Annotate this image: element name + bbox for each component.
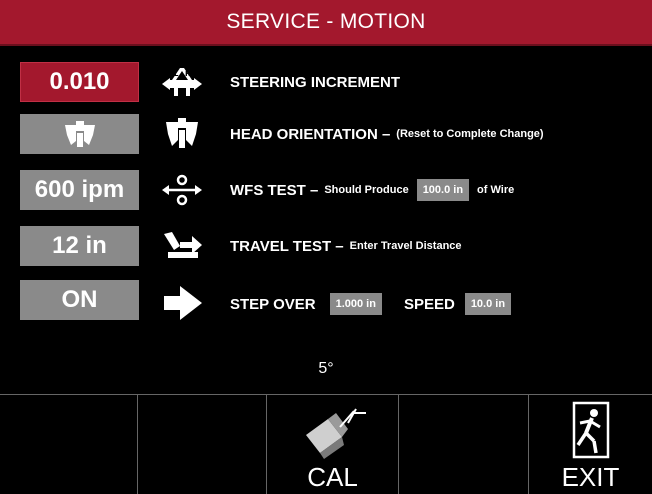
- page-title: SERVICE - MOTION: [226, 10, 426, 33]
- wfs-test-label: WFS TEST – Should Produce 100.0 in of Wi…: [230, 170, 514, 210]
- head-orientation-icon: [64, 121, 95, 147]
- head-orientation-button[interactable]: [20, 114, 139, 154]
- bottom-button-bar: CAL EXIT: [0, 394, 652, 494]
- wire-feed-icon: [162, 174, 202, 206]
- svg-text:R: R: [185, 70, 191, 78]
- exit-button[interactable]: EXIT: [528, 395, 652, 494]
- step-over-toggle[interactable]: ON: [20, 280, 139, 320]
- calibrate-torch-icon: [305, 408, 366, 459]
- steering-lr-icon: L R: [162, 68, 202, 96]
- travel-test-row: 12 in TRAVEL TEST – Enter Travel Distanc…: [0, 226, 652, 266]
- wfs-test-row: 600 ipm WFS TEST – Should Produce 100.0 …: [0, 170, 652, 210]
- steering-increment-label: STEERING INCREMENT: [230, 73, 401, 91]
- step-over-row: ON STEP OVER 1.000 in SPEED 10.0 in: [0, 280, 652, 320]
- cal-button[interactable]: CAL: [266, 395, 398, 494]
- steering-increment-value[interactable]: 0.010: [20, 62, 139, 102]
- angle-readout: 5°: [318, 360, 334, 377]
- steering-increment-row: 0.010 L R STEERING INCREMENT: [0, 62, 652, 102]
- exit-button-label: EXIT: [561, 462, 620, 492]
- step-over-label: STEP OVER 1.000 in SPEED 10.0 in: [230, 284, 519, 324]
- head-orientation-row: HEAD ORIENTATION – (Reset to Complete Ch…: [0, 114, 652, 154]
- title-bar: SERVICE - MOTION: [0, 0, 652, 46]
- head-orientation-icon: [166, 118, 198, 148]
- speed-field[interactable]: 10.0 in: [464, 293, 512, 315]
- svg-text:L: L: [174, 70, 179, 78]
- arrow-right-icon: [164, 286, 202, 320]
- travel-test-value[interactable]: 12 in: [20, 226, 139, 266]
- step-over-field[interactable]: 1.000 in: [329, 293, 382, 315]
- head-orientation-note: (Reset to Complete Change): [396, 128, 544, 140]
- soft-button-4[interactable]: [398, 395, 528, 494]
- wire-length-field[interactable]: 100.0 in: [416, 179, 470, 201]
- head-orientation-label: HEAD ORIENTATION – (Reset to Complete Ch…: [230, 125, 544, 143]
- travel-test-label: TRAVEL TEST – Enter Travel Distance: [230, 237, 462, 255]
- soft-button-1[interactable]: [0, 395, 137, 494]
- cal-button-label: CAL: [307, 462, 358, 492]
- soft-button-2[interactable]: [137, 395, 266, 494]
- speed-label: SPEED: [403, 295, 455, 313]
- wfs-test-value[interactable]: 600 ipm: [20, 170, 139, 210]
- exit-door-icon: [572, 401, 609, 459]
- travel-icon: [164, 232, 202, 258]
